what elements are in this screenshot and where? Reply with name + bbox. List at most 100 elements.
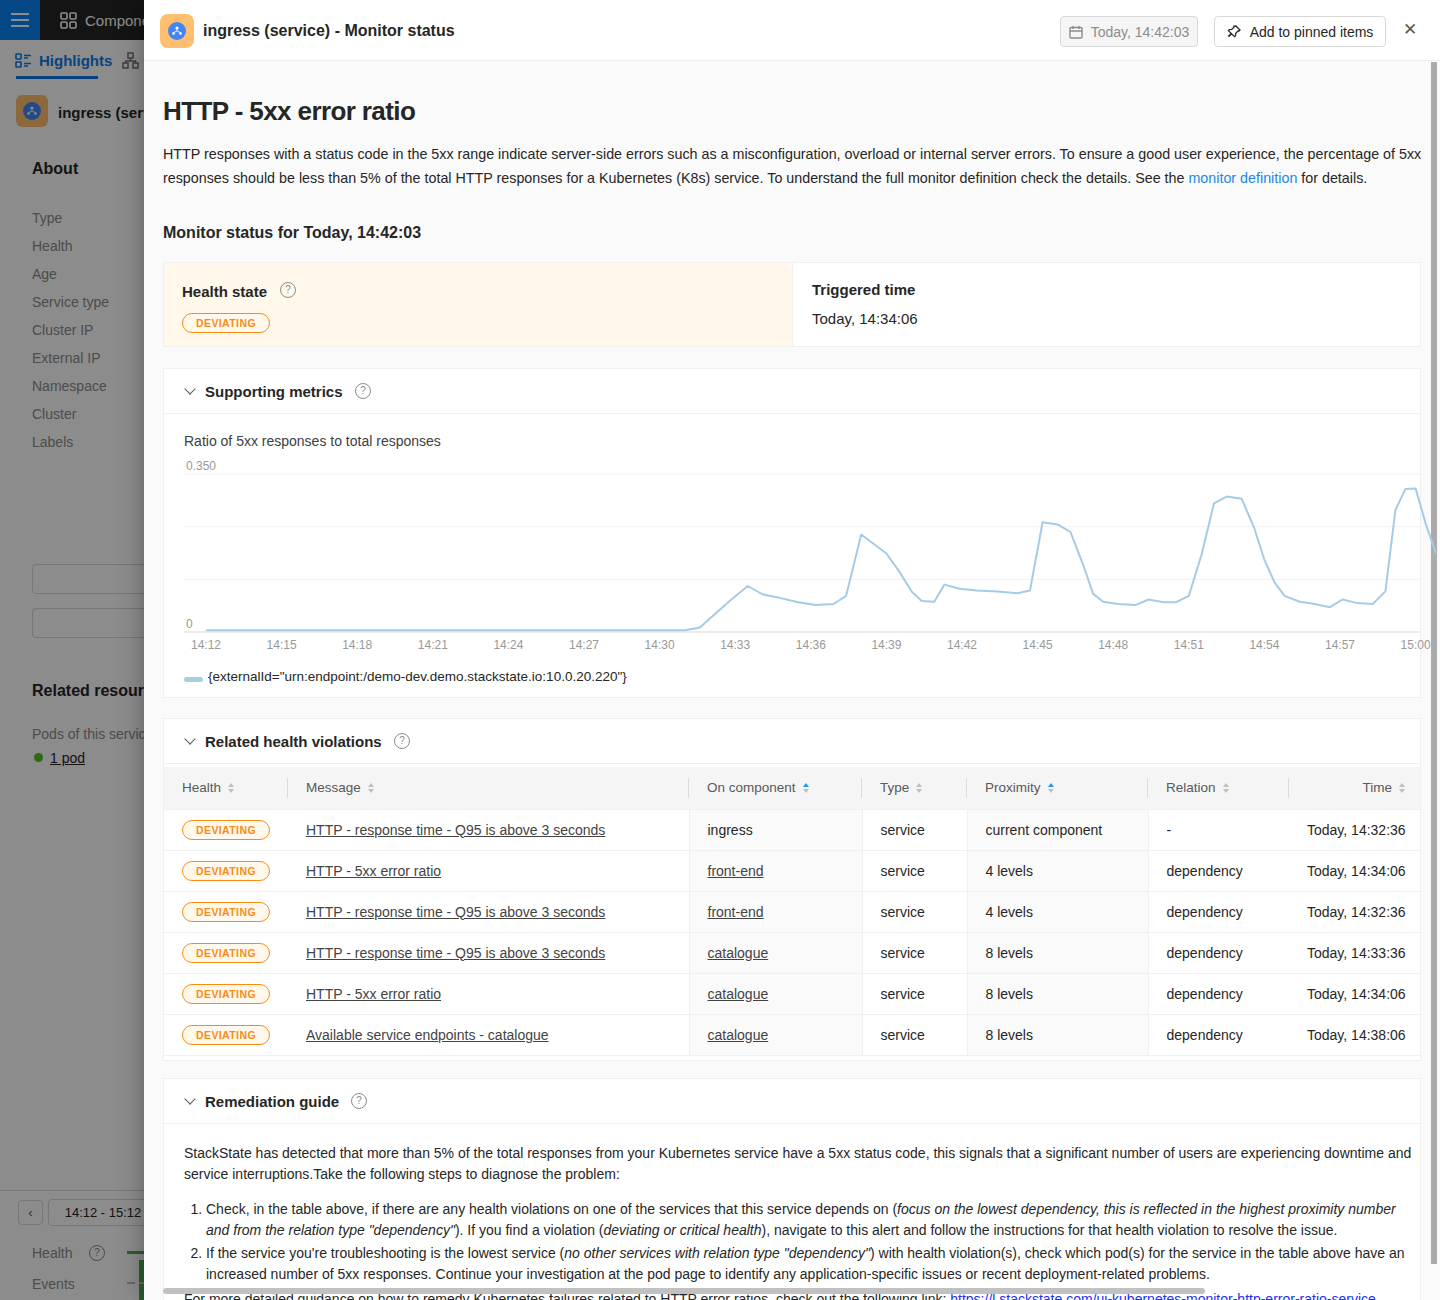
vertical-scrollbar[interactable]: [1429, 62, 1440, 1300]
proximity-cell: current component: [986, 822, 1103, 838]
health-badge: DEVIATING: [182, 902, 270, 922]
close-icon[interactable]: ✕: [1400, 20, 1420, 40]
health-badge: DEVIATING: [182, 820, 270, 840]
proximity-cell: 4 levels: [986, 863, 1033, 879]
health-badge: DEVIATING: [182, 943, 270, 963]
time-cell: Today, 14:34:06: [1307, 986, 1406, 1002]
remediation-step: Check, in the table above, if there are …: [206, 1199, 1412, 1241]
sort-icon[interactable]: [228, 783, 234, 793]
remediation-guide-section: Remediation guide ? StackState has detec…: [163, 1078, 1421, 1300]
svg-text:0.350: 0.350: [186, 459, 216, 473]
pin-icon: [1227, 24, 1242, 39]
svg-text:14:24: 14:24: [493, 638, 523, 652]
svg-text:14:48: 14:48: [1098, 638, 1128, 652]
type-cell: service: [881, 904, 925, 920]
related-health-violations-help-icon[interactable]: ?: [394, 733, 410, 749]
related-health-violations-section: Related health violations ? HealthMessag…: [163, 718, 1421, 1061]
sort-icon[interactable]: [916, 783, 922, 793]
related-health-violations-header[interactable]: Related health violations ?: [164, 719, 1420, 764]
remediation-step: If the service you're troubleshooting is…: [206, 1243, 1412, 1285]
relation-cell: dependency: [1167, 1027, 1243, 1043]
component-link[interactable]: catalogue: [708, 1027, 769, 1043]
svg-text:14:30: 14:30: [645, 638, 675, 652]
time-cell: Today, 14:34:06: [1307, 863, 1406, 879]
health-state-label: Health state: [182, 283, 267, 300]
component-link[interactable]: catalogue: [708, 945, 769, 961]
triggered-time-label: Triggered time: [812, 281, 915, 298]
column-header-relation[interactable]: Relation: [1148, 767, 1289, 809]
remediation-guide-header[interactable]: Remediation guide ?: [164, 1079, 1420, 1124]
related-health-violations-title: Related health violations: [205, 733, 382, 750]
violation-message-link[interactable]: Available service endpoints - catalogue: [306, 1027, 549, 1043]
svg-text:14:36: 14:36: [796, 638, 826, 652]
add-to-pinned-button[interactable]: Add to pinned items: [1214, 16, 1386, 47]
type-cell: service: [881, 822, 925, 838]
component-link[interactable]: catalogue: [708, 986, 769, 1002]
violation-row: DEVIATING Available service endpoints - c…: [164, 1014, 1422, 1055]
column-header-health[interactable]: Health: [164, 767, 288, 809]
violation-message-link[interactable]: HTTP - response time - Q95 is above 3 se…: [306, 945, 605, 961]
sort-icon[interactable]: [1048, 783, 1054, 793]
supporting-metrics-section: Supporting metrics ? Ratio of 5xx respon…: [163, 368, 1421, 698]
triggered-time-value: Today, 14:34:06: [812, 310, 918, 327]
health-badge: DEVIATING: [182, 984, 270, 1004]
chevron-down-icon: [184, 733, 195, 744]
column-header-message[interactable]: Message: [288, 767, 689, 809]
svg-text:14:15: 14:15: [267, 638, 297, 652]
chevron-down-icon: [184, 1093, 195, 1104]
sort-icon[interactable]: [368, 783, 374, 793]
violation-row: DEVIATING HTTP - response time - Q95 is a…: [164, 891, 1422, 932]
supporting-metrics-help-icon[interactable]: ?: [355, 383, 371, 399]
calendar-icon: [1069, 25, 1083, 39]
horizontal-scrollbar-thumb[interactable]: [163, 1288, 1205, 1294]
chart-title: Ratio of 5xx responses to total response…: [184, 433, 441, 449]
remediation-guide-title: Remediation guide: [205, 1093, 339, 1110]
violation-message-link[interactable]: HTTP - response time - Q95 is above 3 se…: [306, 904, 605, 920]
svg-text:14:39: 14:39: [871, 638, 901, 652]
health-badge: DEVIATING: [182, 861, 270, 881]
column-header-type[interactable]: Type: [862, 767, 967, 809]
remediation-guide-help-icon[interactable]: ?: [351, 1093, 367, 1109]
remediation-paragraph: StackState has detected that more than 5…: [184, 1143, 1412, 1185]
type-cell: service: [881, 1027, 925, 1043]
svg-text:14:57: 14:57: [1325, 638, 1355, 652]
type-cell: service: [881, 945, 925, 961]
time-cell: Today, 14:33:36: [1307, 945, 1406, 961]
modal-title: ingress (service) - Monitor status: [203, 22, 455, 40]
sort-icon[interactable]: [1223, 783, 1229, 793]
type-cell: service: [881, 863, 925, 879]
column-header-proximity[interactable]: Proximity: [967, 767, 1148, 809]
health-state-panel: Health state ? DEVIATING Triggered time …: [163, 262, 1421, 347]
svg-text:14:21: 14:21: [418, 638, 448, 652]
supporting-metrics-header[interactable]: Supporting metrics ?: [164, 369, 1420, 414]
proximity-cell: 8 levels: [986, 986, 1033, 1002]
svg-text:14:27: 14:27: [569, 638, 599, 652]
violation-message-link[interactable]: HTTP - response time - Q95 is above 3 se…: [306, 822, 605, 838]
app: Components Highlights ingress (servic Ab…: [0, 0, 1440, 1300]
relation-cell: dependency: [1167, 945, 1243, 961]
health-badge: DEVIATING: [182, 1025, 270, 1045]
violation-row: DEVIATING HTTP - response time - Q95 is a…: [164, 932, 1422, 973]
time-cell: Today, 14:32:36: [1307, 904, 1406, 920]
violation-message-link[interactable]: HTTP - 5xx error ratio: [306, 986, 441, 1002]
component-link[interactable]: front-end: [708, 904, 764, 920]
violation-message-link[interactable]: HTTP - 5xx error ratio: [306, 863, 441, 879]
violation-row: DEVIATING HTTP - response time - Q95 is a…: [164, 809, 1422, 850]
datetime-button[interactable]: Today, 14:42:03: [1060, 16, 1198, 47]
modal-header: ingress (service) - Monitor status Today…: [144, 0, 1440, 61]
svg-text:15:00: 15:00: [1401, 638, 1431, 652]
proximity-cell: 8 levels: [986, 1027, 1033, 1043]
sort-icon[interactable]: [803, 783, 809, 793]
sort-icon[interactable]: [1399, 783, 1405, 793]
violation-row: DEVIATING HTTP - 5xx error ratio front-end…: [164, 850, 1422, 891]
page-title: HTTP - 5xx error ratio: [163, 96, 415, 127]
violations-table: HealthMessageOn componentTypeProximityRe…: [164, 767, 1422, 1056]
supporting-metrics-title: Supporting metrics: [205, 383, 343, 400]
monitor-definition-link[interactable]: monitor definition: [1188, 170, 1297, 186]
time-cell: Today, 14:38:06: [1307, 1027, 1406, 1043]
remediation-text: StackState has detected that more than 5…: [184, 1143, 1412, 1287]
column-header-time[interactable]: Time: [1289, 767, 1422, 809]
component-link[interactable]: front-end: [708, 863, 764, 879]
column-header-on-component[interactable]: On component: [689, 767, 862, 809]
health-state-help-icon[interactable]: ?: [280, 282, 296, 298]
